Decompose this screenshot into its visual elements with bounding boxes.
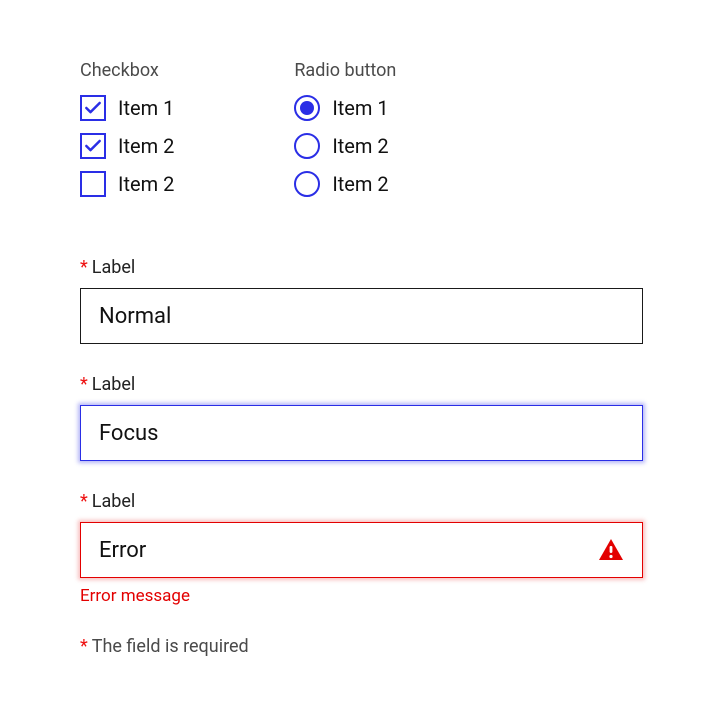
- checkbox-checked-icon: [80, 133, 106, 159]
- footnote-text: The field is required: [92, 636, 249, 657]
- required-asterisk: *: [80, 636, 88, 657]
- label-text: Label: [92, 491, 136, 512]
- radio-label: Item 2: [332, 134, 388, 158]
- checkbox-unchecked-icon: [80, 171, 106, 197]
- radio-option[interactable]: Item 1: [294, 95, 396, 121]
- text-input[interactable]: Focus: [80, 405, 643, 461]
- checkbox-label: Item 2: [118, 172, 174, 196]
- field-label: *Label: [80, 374, 643, 395]
- radio-label: Item 2: [332, 172, 388, 196]
- error-message: Error message: [80, 586, 643, 606]
- required-asterisk: *: [80, 257, 88, 278]
- label-text: Label: [92, 374, 136, 395]
- checkbox-option[interactable]: Item 1: [80, 95, 174, 121]
- checkbox-group: Checkbox Item 1 Item 2 Item 2: [80, 60, 174, 209]
- input-value: Normal: [99, 304, 171, 329]
- required-asterisk: *: [80, 374, 88, 395]
- checkbox-option[interactable]: Item 2: [80, 171, 174, 197]
- input-value: Focus: [99, 421, 158, 446]
- radio-heading: Radio button: [294, 60, 396, 81]
- field-label: *Label: [80, 257, 643, 278]
- label-text: Label: [92, 257, 136, 278]
- checkbox-label: Item 2: [118, 134, 174, 158]
- text-field-normal: *Label Normal: [80, 257, 643, 344]
- field-label: *Label: [80, 491, 643, 512]
- checkbox-heading: Checkbox: [80, 60, 174, 81]
- radio-option[interactable]: Item 2: [294, 171, 396, 197]
- checkbox-label: Item 1: [118, 96, 174, 120]
- radio-unselected-icon: [294, 171, 320, 197]
- radio-selected-icon: [294, 95, 320, 121]
- radio-label: Item 1: [332, 96, 388, 120]
- error-warning-icon: [598, 538, 624, 562]
- text-field-focus: *Label Focus: [80, 374, 643, 461]
- text-input[interactable]: Error: [80, 522, 643, 578]
- required-footnote: *The field is required: [80, 636, 643, 657]
- required-asterisk: *: [80, 491, 88, 512]
- checkbox-option[interactable]: Item 2: [80, 133, 174, 159]
- checkbox-checked-icon: [80, 95, 106, 121]
- text-field-error: *Label Error Error message: [80, 491, 643, 606]
- input-value: Error: [99, 538, 146, 563]
- radio-group: Radio button Item 1 Item 2 Item 2: [294, 60, 396, 209]
- radio-option[interactable]: Item 2: [294, 133, 396, 159]
- text-input[interactable]: Normal: [80, 288, 643, 344]
- radio-unselected-icon: [294, 133, 320, 159]
